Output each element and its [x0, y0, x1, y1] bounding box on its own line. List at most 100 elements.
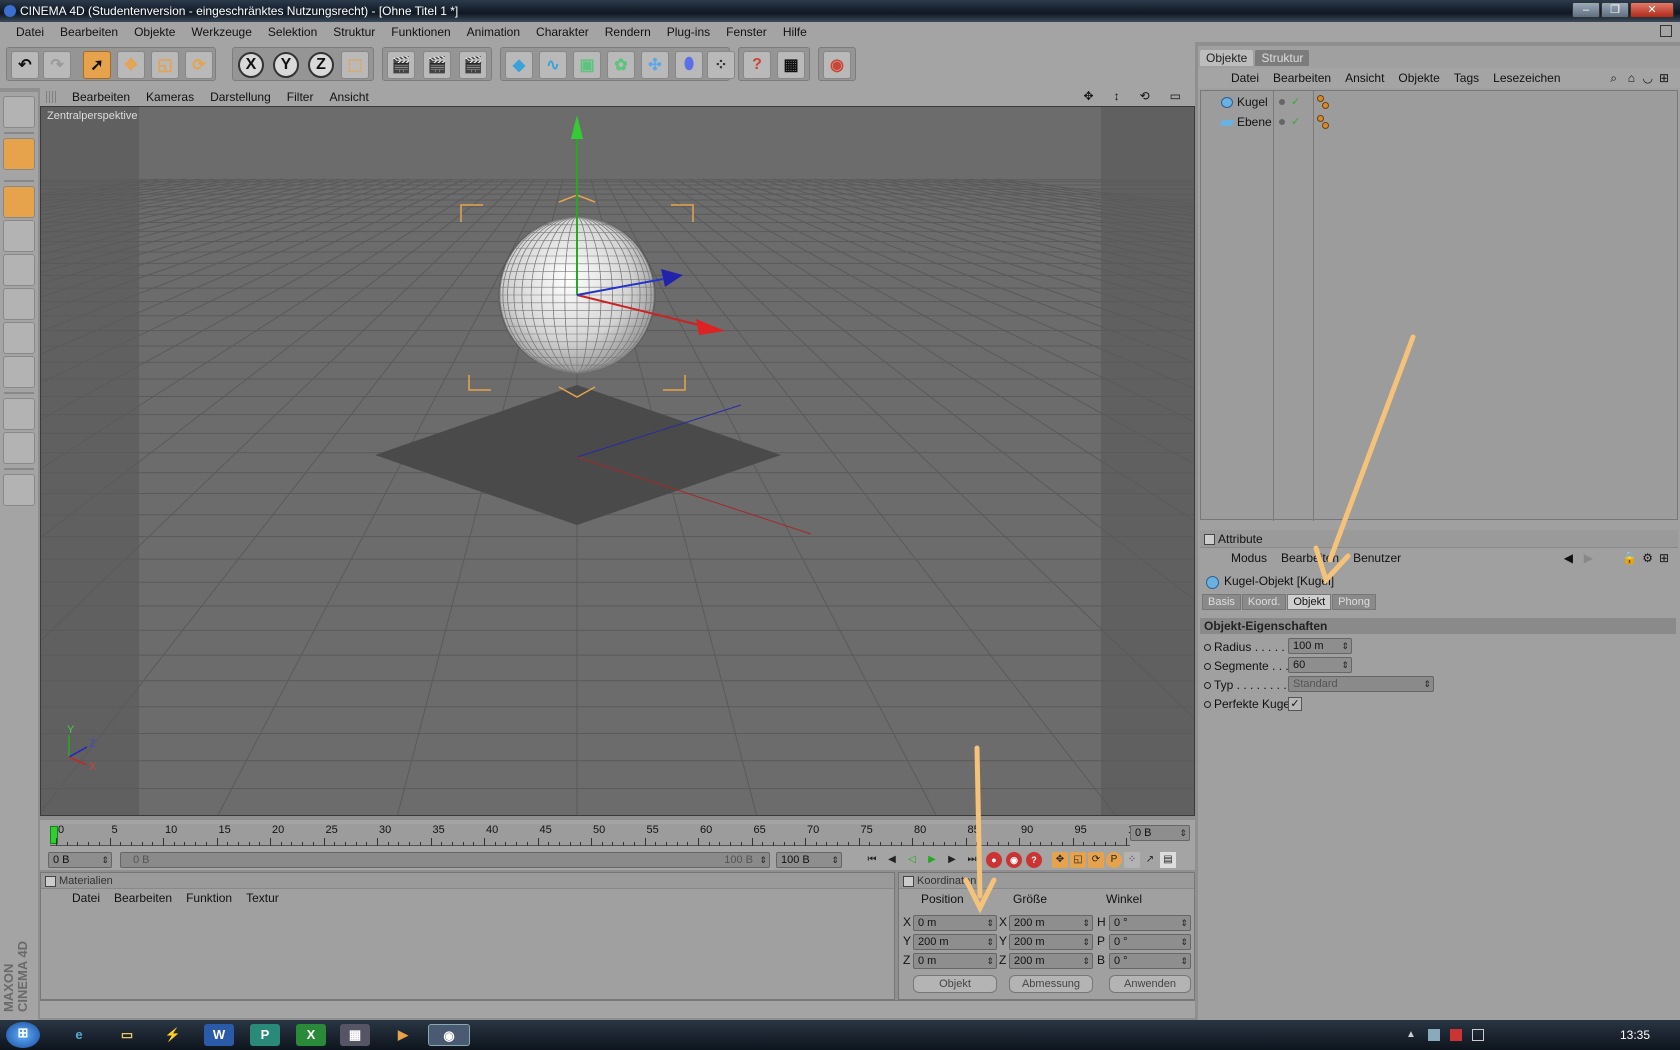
current-frame-field[interactable]: 0 B: [1130, 825, 1190, 841]
tab-objekt[interactable]: Objekt: [1287, 594, 1332, 610]
materials-menu-bearbeiten[interactable]: Bearbeiten: [107, 891, 179, 905]
enabled-check-icon[interactable]: ✓: [1291, 112, 1300, 132]
soft-selection-icon[interactable]: [3, 474, 35, 506]
move-tool-icon[interactable]: ✥: [117, 51, 145, 79]
viewport-menu-bearbeiten[interactable]: Bearbeiten: [64, 90, 138, 104]
object-mode-icon[interactable]: [3, 186, 35, 218]
select-tool-icon[interactable]: ➚: [83, 51, 111, 79]
attributes-panel-title[interactable]: Attribute: [1200, 530, 1678, 548]
model-mode-icon[interactable]: [3, 138, 35, 170]
array-icon[interactable]: ✿: [607, 51, 635, 79]
render-settings-icon[interactable]: 🎬: [459, 51, 487, 79]
tray-arrow-icon[interactable]: ▲: [1406, 1029, 1418, 1041]
maximize-button[interactable]: ❐: [1601, 2, 1629, 18]
menu-plugins[interactable]: Plug-ins: [659, 25, 718, 39]
tab-objekte[interactable]: Objekte: [1200, 50, 1254, 66]
menu-animation[interactable]: Animation: [459, 25, 528, 39]
nurbs-icon[interactable]: ▣: [573, 51, 601, 79]
x-axis-lock-icon[interactable]: X: [238, 52, 264, 78]
menu-datei[interactable]: Datei: [8, 25, 52, 39]
maximize-view-icon[interactable]: ▭: [1162, 89, 1189, 103]
materials-menu-textur[interactable]: Textur: [239, 891, 286, 905]
viewport-menu-darstellung[interactable]: Darstellung: [202, 90, 279, 104]
render-picture-viewer-icon[interactable]: 🎬: [423, 51, 451, 79]
objmenu-objekte[interactable]: Objekte: [1391, 71, 1446, 85]
antivirus-icon[interactable]: [1450, 1029, 1462, 1041]
list-item[interactable]: Kugel ✓: [1201, 92, 1677, 112]
forward-arrow-icon[interactable]: ▶: [1577, 551, 1600, 565]
goto-end-icon[interactable]: ⏭: [964, 852, 980, 868]
start-button-icon[interactable]: ⊞: [6, 1022, 40, 1048]
media-player-icon[interactable]: ▶: [388, 1024, 418, 1046]
list-item[interactable]: Ebene ✓: [1201, 112, 1677, 132]
browser-icon[interactable]: ◉: [823, 51, 851, 79]
word-icon[interactable]: W: [204, 1024, 234, 1046]
axis-mode-icon[interactable]: [3, 220, 35, 252]
tab-struktur[interactable]: Struktur: [1255, 50, 1310, 66]
interpolation-icon[interactable]: ↗: [1142, 852, 1158, 868]
minimize-button[interactable]: –: [1572, 2, 1600, 18]
excel-icon[interactable]: X: [296, 1024, 326, 1046]
winamp-icon[interactable]: ⚡: [158, 1024, 188, 1046]
prev-frame-icon[interactable]: ◀: [884, 852, 900, 868]
attrmenu-modus[interactable]: Modus: [1224, 551, 1274, 565]
tab-phong[interactable]: Phong: [1332, 594, 1376, 610]
size-y-field[interactable]: 200 m: [1009, 934, 1093, 950]
apply-button[interactable]: Anwenden: [1109, 975, 1191, 993]
pan-view-icon[interactable]: ✥: [1076, 89, 1102, 103]
size-x-field[interactable]: 200 m: [1009, 915, 1093, 931]
help-icon[interactable]: ?: [743, 51, 771, 79]
menu-fenster[interactable]: Fenster: [718, 25, 775, 39]
redo-icon[interactable]: ↷: [43, 51, 71, 79]
material-tag-icon[interactable]: [1317, 115, 1324, 122]
publisher-icon[interactable]: P: [250, 1024, 280, 1046]
material-tag-icon[interactable]: [1322, 122, 1329, 129]
objmenu-bearbeiten[interactable]: Bearbeiten: [1266, 71, 1338, 85]
keyframe-selection-icon[interactable]: ?: [1026, 852, 1042, 868]
objmenu-datei[interactable]: Datei: [1224, 71, 1266, 85]
new-window-icon[interactable]: ⊞: [1652, 71, 1676, 85]
materials-menu-datei[interactable]: Datei: [65, 891, 107, 905]
scale-tool-icon[interactable]: ◱: [151, 51, 179, 79]
key-scale-icon[interactable]: ◱: [1070, 852, 1086, 868]
internet-explorer-icon[interactable]: e: [64, 1024, 94, 1046]
timeline-icon[interactable]: ▦: [777, 51, 805, 79]
particles-icon[interactable]: ⁘: [707, 51, 735, 79]
layout-icon[interactable]: [3, 96, 35, 128]
deformer-icon[interactable]: ✣: [641, 51, 669, 79]
edges-mode-icon[interactable]: [3, 288, 35, 320]
pos-z-field[interactable]: 0 m: [913, 953, 997, 969]
texture-mode-icon[interactable]: [3, 398, 35, 430]
scheme-icon[interactable]: ▤: [1160, 852, 1176, 868]
play-backward-icon[interactable]: ◁: [904, 852, 920, 868]
cube-primitive-icon[interactable]: ◆: [505, 51, 533, 79]
menu-struktur[interactable]: Struktur: [325, 25, 383, 39]
paint-icon[interactable]: ▦: [340, 1024, 370, 1046]
objmenu-ansicht[interactable]: Ansicht: [1338, 71, 1391, 85]
type-dropdown[interactable]: Standard: [1288, 676, 1434, 692]
key-pla-icon[interactable]: ⁘: [1124, 852, 1140, 868]
auto-key-icon[interactable]: ◉: [1006, 852, 1022, 868]
play-forward-icon[interactable]: ▶: [924, 852, 940, 868]
polygons-mode-icon[interactable]: [3, 322, 35, 354]
coordinates-panel-title[interactable]: Koordinaten: [899, 873, 1194, 889]
coordinate-system-icon[interactable]: ⬚: [341, 51, 369, 79]
size-z-field[interactable]: 200 m: [1009, 953, 1093, 969]
undo-icon[interactable]: ↶: [11, 51, 39, 79]
menu-objekte[interactable]: Objekte: [126, 25, 183, 39]
objmenu-tags[interactable]: Tags: [1447, 71, 1486, 85]
visibility-dot-icon[interactable]: [1279, 99, 1285, 105]
angle-b-field[interactable]: 0 °: [1109, 953, 1191, 969]
menu-werkzeuge[interactable]: Werkzeuge: [183, 25, 259, 39]
menu-rendern[interactable]: Rendern: [597, 25, 659, 39]
spline-icon[interactable]: ∿: [539, 51, 567, 79]
objmenu-lesezeichen[interactable]: Lesezeichen: [1486, 71, 1567, 85]
menu-selektion[interactable]: Selektion: [260, 25, 325, 39]
attrmenu-bearbeiten[interactable]: Bearbeiten: [1274, 551, 1346, 565]
segments-field[interactable]: 60: [1288, 657, 1352, 673]
viewport-menu-kameras[interactable]: Kameras: [138, 90, 202, 104]
angle-p-field[interactable]: 0 °: [1109, 934, 1191, 950]
texture-axis-icon[interactable]: [3, 432, 35, 464]
next-frame-icon[interactable]: ▶: [944, 852, 960, 868]
visibility-dot-icon[interactable]: [1279, 119, 1285, 125]
